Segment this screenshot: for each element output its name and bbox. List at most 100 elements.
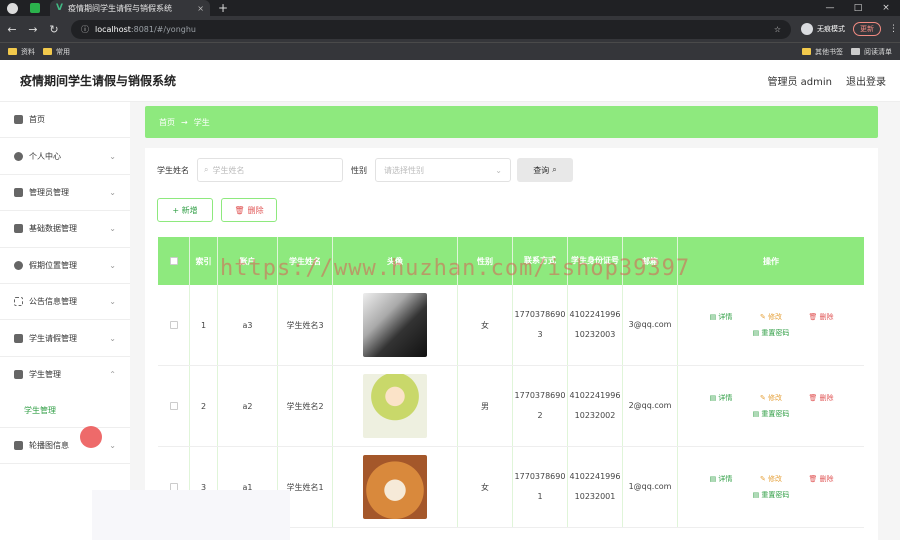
row-checkbox[interactable] [169,402,178,410]
select-all-checkbox[interactable] [169,257,178,265]
chevron-down-icon: ⌄ [495,165,502,175]
breadcrumb-home[interactable]: 首页 [159,117,175,128]
name-search-input[interactable]: ⌕ 学生姓名 [197,158,343,182]
sidebar-item-label: 管理员管理 [29,187,69,197]
url-host: localhost [95,24,131,34]
back-icon[interactable]: ← [3,23,21,36]
update-button[interactable]: 更新 [853,22,881,36]
breadcrumb: 首页 → 学生 [145,106,878,138]
maximize-icon[interactable]: □ [844,3,872,13]
cell-actions: ▤ 详情 ✎ 修改 🗑 删除 ▤ 重置密码 [678,285,864,365]
gender-label: 性别 [351,165,367,175]
delete-button[interactable]: 🗑 删除 [796,312,846,322]
edit-button[interactable]: ✎ 修改 [746,474,796,484]
bookmark-star-icon[interactable]: ☆ [774,25,781,34]
header-checkbox-cell [158,237,190,285]
detail-label: 详情 [718,313,733,321]
info-icon: ⓘ [81,24,89,34]
browser-menu-icon[interactable] [7,2,18,14]
sidebar-item-profile[interactable]: 个人中心 ⌄ [0,138,130,175]
cell-email: 3@qq.com [623,285,678,365]
vue-logo-icon: V [56,3,63,13]
cell-avatar [333,285,458,365]
content-panel: 学生姓名 ⌕ 学生姓名 性别 请选择性别 ⌄ 查询 ⌕ + 新增 🗑 删除 索引 账户 … [145,148,878,540]
cell-index: 2 [190,366,218,446]
avatar-image [363,293,427,357]
cell-idcard: 410224199610232001 [568,447,623,527]
detail-button[interactable]: ▤ 详情 [696,312,746,322]
reload-icon[interactable]: ↻ [45,23,63,36]
bookmark-folder[interactable]: 常用 [43,47,70,57]
send-icon [14,224,23,234]
batch-delete-button[interactable]: 🗑 删除 [221,198,277,222]
sidebar-item-notice[interactable]: 公告信息管理 ⌄ [0,284,130,321]
detail-button[interactable]: ▤ 详情 [696,393,746,403]
admin-icon [14,187,23,197]
sidebar-item-label: 基础数据管理 [29,224,77,234]
other-bookmarks[interactable]: 其他书签 [802,47,843,57]
table-row: 1 a3 学生姓名3 女 17703786903 410224199610232… [158,285,864,366]
gender-select[interactable]: 请选择性别 ⌄ [375,158,511,182]
reset-password-button[interactable]: ▤ 重置密码 [731,328,811,338]
query-button[interactable]: 查询 ⌕ [517,158,573,182]
reading-list[interactable]: 阅读清单 [851,47,892,57]
sidebar-item-label: 个人中心 [29,151,61,161]
incognito-indicator[interactable]: 无痕模式 [801,23,845,35]
sidebar-item-basic-data[interactable]: 基础数据管理 ⌄ [0,211,130,248]
edit-button[interactable]: ✎ 修改 [746,393,796,403]
detail-label: 详情 [718,475,733,483]
watermark: https://www.huzhan.com/ishop39397 [220,256,691,281]
avatar-image [363,374,427,438]
sidebar-item-leave[interactable]: 学生请假管理 ⌄ [0,320,130,357]
delete-label: 删除 [819,475,834,483]
url-field[interactable]: ⓘ localhost:8081/#/yonghu ☆ [71,19,791,39]
sidebar-item-admin[interactable]: 管理员管理 ⌄ [0,175,130,212]
sidebar-item-carousel[interactable]: 轮播图信息 ⌄ [0,427,130,464]
close-window-icon[interactable]: × [872,3,900,13]
cell-phone: 17703786903 [513,285,568,365]
logout-link[interactable]: 退出登录 [846,73,886,88]
sidebar-item-student[interactable]: 学生管理 ⌃ [0,357,130,393]
sidebar-item-location[interactable]: 假期位置管理 ⌄ [0,248,130,284]
reset-password-button[interactable]: ▤ 重置密码 [731,490,811,500]
sidebar-subitem-student[interactable]: 学生管理 [0,393,130,427]
current-user: 管理员 admin [767,77,832,88]
reset-password-button[interactable]: ▤ 重置密码 [731,409,811,419]
new-tab-icon[interactable]: + [218,1,228,15]
minimize-icon[interactable]: — [816,3,844,13]
delete-label: 删除 [819,394,834,402]
incognito-label: 无痕模式 [817,25,845,33]
cell-actions: ▤ 详情 ✎ 修改 🗑 删除 ▤ 重置密码 [678,366,864,446]
cell-idcard: 410224199610232002 [568,366,623,446]
delete-button[interactable]: 🗑 删除 [796,393,846,403]
cell-account: a2 [218,366,278,446]
chevron-down-icon: ⌄ [109,333,116,343]
bookmark-folder[interactable]: 资料 [8,47,35,57]
bookmark-label: 资料 [21,47,35,56]
breadcrumb-current: 学生 [193,117,210,127]
add-button[interactable]: + 新增 [157,198,213,222]
search-icon: ⌕ [204,165,209,174]
cell-name: 学生姓名3 [278,285,333,365]
folder-icon [43,48,52,55]
forward-icon[interactable]: → [24,23,42,36]
cell-gender: 女 [458,285,513,365]
avatar-image [363,455,427,519]
sidebar-item-label: 首页 [29,115,45,125]
detail-button[interactable]: ▤ 详情 [696,474,746,484]
close-tab-icon[interactable]: × [197,4,204,13]
edit-button[interactable]: ✎ 修改 [746,312,796,322]
url-path: :8081/#/yonghu [130,24,196,34]
edit-label: 修改 [768,475,783,483]
chevron-down-icon: ⌄ [109,297,116,307]
browser-tab[interactable]: V 疫情期间学生请假与销假系统 × [50,0,210,16]
chevron-down-icon: ⌄ [109,440,116,450]
delete-button[interactable]: 🗑 删除 [796,474,846,484]
trash-icon: 🗑 [234,205,245,215]
sidebar-item-home[interactable]: 首页 [0,102,130,139]
folder-icon [802,48,811,55]
more-menu-icon[interactable]: ⋮ [889,24,898,34]
extension-icon[interactable] [30,3,40,13]
row-checkbox[interactable] [169,321,178,329]
bookmark-label: 常用 [56,47,70,56]
